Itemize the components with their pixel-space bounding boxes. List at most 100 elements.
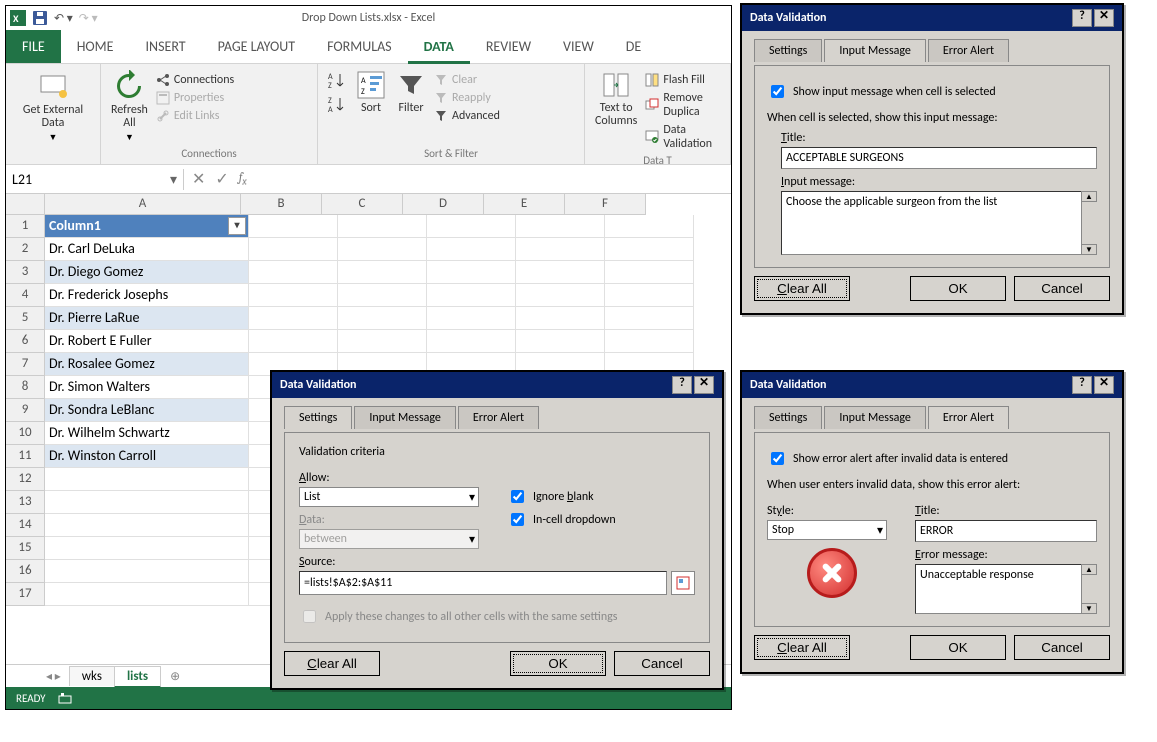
- row-header[interactable]: 8: [6, 376, 45, 399]
- cell[interactable]: [516, 284, 605, 307]
- range-selector-button[interactable]: [671, 571, 695, 595]
- cell[interactable]: Dr. Robert E Fuller: [45, 330, 249, 353]
- cell[interactable]: [45, 583, 249, 606]
- cell[interactable]: [516, 330, 605, 353]
- cell[interactable]: [338, 284, 427, 307]
- ok-button[interactable]: OK: [910, 276, 1006, 301]
- new-sheet-button[interactable]: ⊕: [160, 667, 190, 686]
- row-header[interactable]: 6: [6, 330, 45, 353]
- row-header[interactable]: 1: [6, 215, 45, 238]
- get-external-data-button[interactable]: Get External Data ▼: [21, 68, 85, 145]
- cell[interactable]: [516, 238, 605, 261]
- scroll-up-button[interactable]: ▲: [1081, 564, 1097, 575]
- cell[interactable]: [605, 238, 694, 261]
- sheet-tab-lists[interactable]: lists: [114, 666, 161, 688]
- clear-all-button[interactable]: Clear All: [284, 651, 380, 676]
- ok-button[interactable]: OK: [510, 651, 606, 676]
- col-header-F[interactable]: F: [565, 194, 646, 215]
- apply-changes-checkbox[interactable]: Apply these changes to all other cells w…: [299, 607, 695, 626]
- edit-links-button[interactable]: Edit Links: [156, 108, 234, 124]
- cell[interactable]: Dr. Sondra LeBlanc: [45, 399, 249, 422]
- ignore-blank-checkbox[interactable]: Ignore blank: [507, 487, 695, 506]
- col-header-B[interactable]: B: [241, 194, 322, 215]
- reapply-button[interactable]: Reapply: [434, 90, 500, 106]
- data-validation-button[interactable]: Data Validation: [645, 122, 722, 152]
- cell[interactable]: [338, 261, 427, 284]
- tab-home[interactable]: HOME: [61, 30, 130, 63]
- tab-file[interactable]: FILE: [6, 30, 61, 63]
- scroll-up-button[interactable]: ▲: [1081, 191, 1097, 202]
- cell[interactable]: [605, 284, 694, 307]
- dialog-tab-settings[interactable]: Settings: [754, 406, 822, 429]
- dialog-tab-error-alert[interactable]: Error Alert: [928, 39, 1009, 62]
- style-select[interactable]: Stop: [767, 520, 887, 540]
- cell[interactable]: [45, 537, 249, 560]
- col-header-C[interactable]: C: [322, 194, 403, 215]
- save-icon[interactable]: [32, 10, 48, 26]
- tab-page-layout[interactable]: PAGE LAYOUT: [202, 30, 311, 63]
- cell[interactable]: [427, 330, 516, 353]
- error-title-field[interactable]: [915, 520, 1097, 542]
- row-header[interactable]: 12: [6, 468, 45, 491]
- cell[interactable]: [338, 238, 427, 261]
- close-button[interactable]: ✕: [694, 376, 714, 394]
- cell[interactable]: [605, 330, 694, 353]
- cell[interactable]: [516, 307, 605, 330]
- cell[interactable]: [338, 307, 427, 330]
- row-header[interactable]: 5: [6, 307, 45, 330]
- cell[interactable]: [605, 307, 694, 330]
- clear-all-button[interactable]: Clear All: [754, 635, 850, 660]
- dialog-tab-input-message[interactable]: Input Message: [824, 406, 926, 429]
- scroll-down-button[interactable]: ▼: [1081, 603, 1097, 614]
- scroll-down-button[interactable]: ▼: [1081, 244, 1097, 255]
- ok-button[interactable]: OK: [910, 635, 1006, 660]
- enter-entry-icon[interactable]: ✓: [215, 169, 228, 189]
- dialog-tab-settings[interactable]: Settings: [284, 406, 352, 429]
- dialog-tab-error-alert[interactable]: Error Alert: [928, 406, 1009, 429]
- fx-icon[interactable]: fx: [239, 170, 247, 187]
- cancel-button[interactable]: Cancel: [1014, 635, 1110, 660]
- cancel-button[interactable]: Cancel: [614, 651, 710, 676]
- row-header[interactable]: 10: [6, 422, 45, 445]
- sort-button[interactable]: AZ Sort: [354, 68, 388, 117]
- dialog-tab-input-message[interactable]: Input Message: [354, 406, 456, 429]
- cell[interactable]: [605, 215, 694, 238]
- row-header[interactable]: 2: [6, 238, 45, 261]
- sheet-nav-icon[interactable]: ◂ ▸: [46, 669, 61, 684]
- tab-review[interactable]: REVIEW: [470, 30, 547, 63]
- refresh-all-button[interactable]: Refresh All ▼: [109, 68, 150, 145]
- clear-filter-button[interactable]: Clear: [434, 72, 500, 88]
- help-button[interactable]: ?: [672, 376, 692, 394]
- table-filter-button[interactable]: ▾: [228, 217, 246, 235]
- row-header[interactable]: 14: [6, 514, 45, 537]
- cell[interactable]: [45, 514, 249, 537]
- advanced-filter-button[interactable]: Advanced: [434, 108, 500, 124]
- cell[interactable]: Dr. Pierre LaRue: [45, 307, 249, 330]
- cancel-entry-icon[interactable]: ✕: [192, 169, 205, 189]
- undo-icon[interactable]: ↶ ▾: [54, 11, 73, 26]
- error-message-field[interactable]: Unacceptable response: [915, 564, 1082, 614]
- sheet-tab-wks[interactable]: wks: [69, 666, 115, 686]
- row-header[interactable]: 3: [6, 261, 45, 284]
- row-header[interactable]: 16: [6, 560, 45, 583]
- dialog-tab-error-alert[interactable]: Error Alert: [458, 406, 539, 429]
- cell[interactable]: [249, 238, 338, 261]
- row-header[interactable]: 13: [6, 491, 45, 514]
- row-header[interactable]: 4: [6, 284, 45, 307]
- connections-button[interactable]: Connections: [156, 72, 234, 88]
- row-header[interactable]: 11: [6, 445, 45, 468]
- text-to-columns-button[interactable]: Text to Columns: [593, 68, 639, 130]
- cell[interactable]: [338, 330, 427, 353]
- dialog-tab-settings[interactable]: Settings: [754, 39, 822, 62]
- row-header[interactable]: 17: [6, 583, 45, 606]
- cell[interactable]: [249, 307, 338, 330]
- cell[interactable]: [427, 238, 516, 261]
- tab-data[interactable]: DATA: [408, 30, 470, 63]
- filter-button[interactable]: Filter: [394, 68, 428, 117]
- col-header-A[interactable]: A: [45, 194, 241, 215]
- close-button[interactable]: ✕: [1094, 376, 1114, 394]
- cell[interactable]: [45, 560, 249, 583]
- source-input[interactable]: [299, 571, 667, 595]
- select-all-corner[interactable]: [6, 194, 45, 215]
- cell[interactable]: [338, 215, 427, 238]
